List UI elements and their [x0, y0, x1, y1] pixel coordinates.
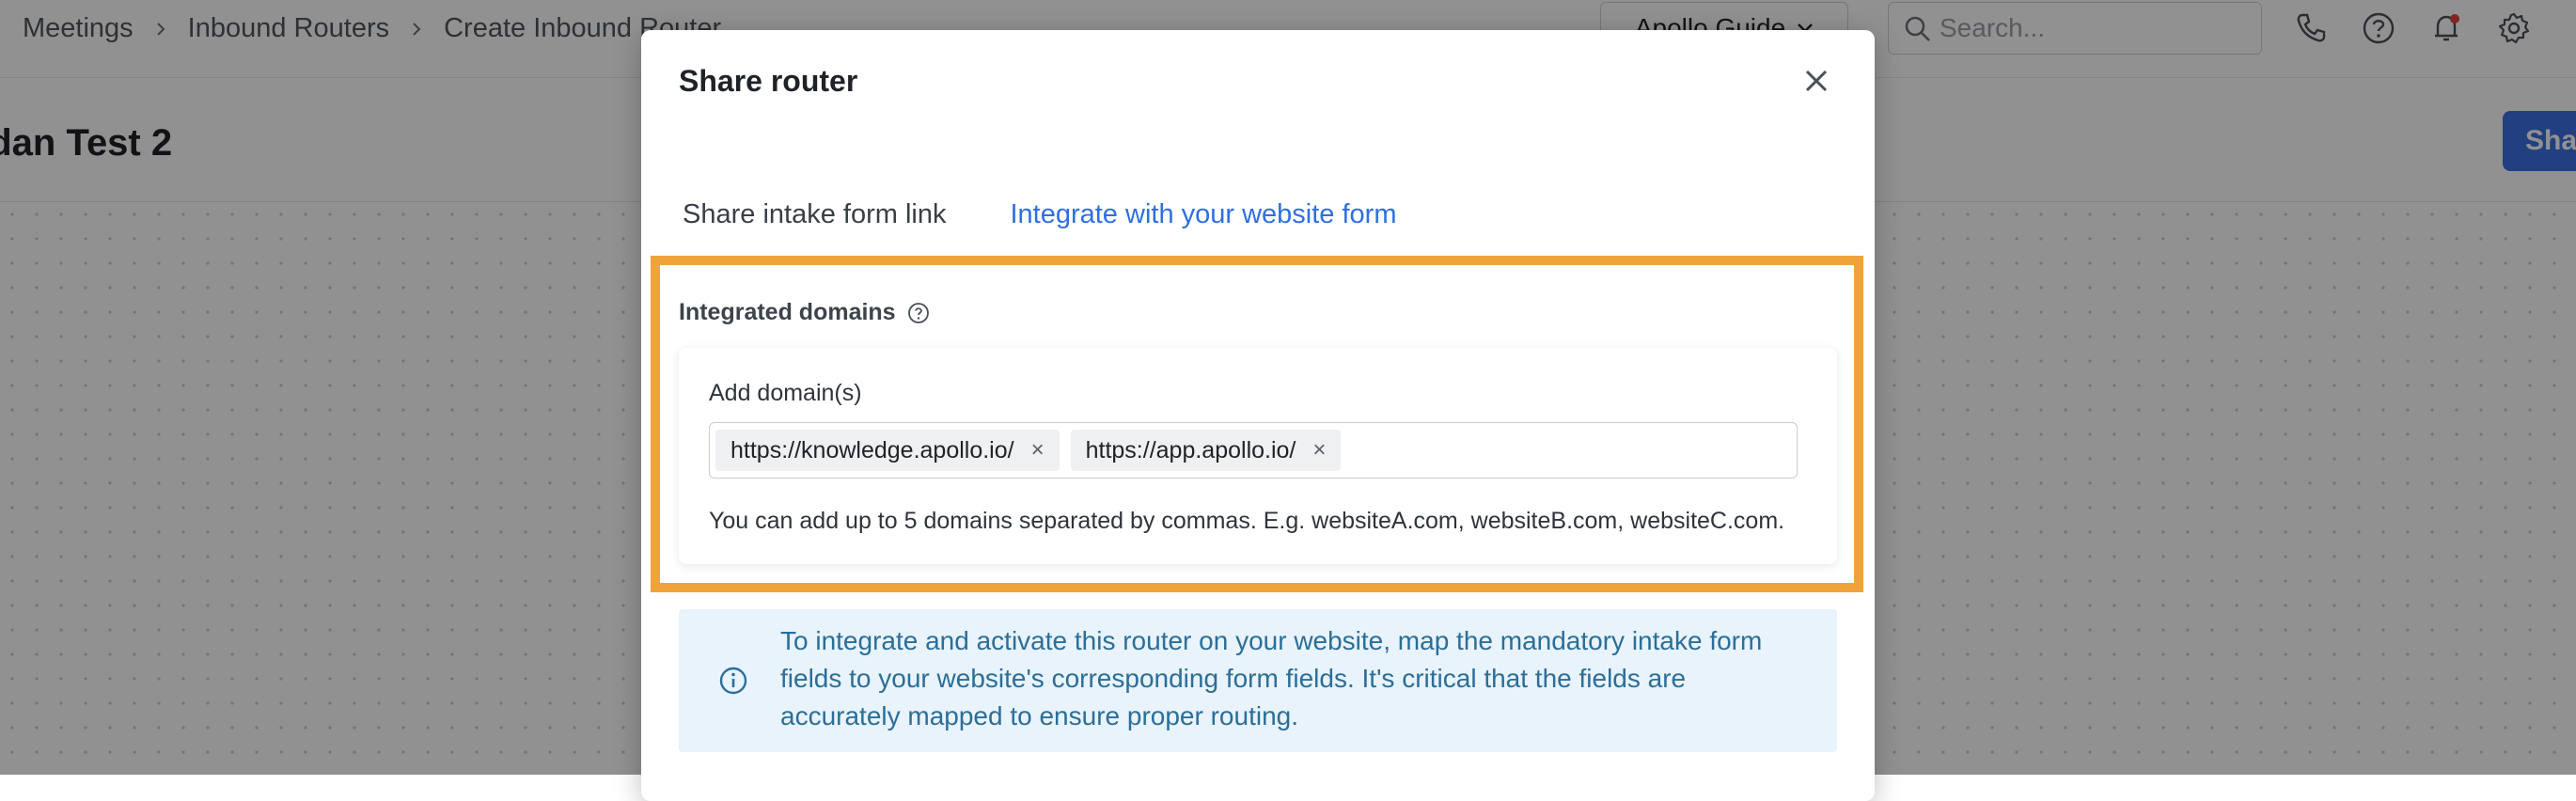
domain-tag: https://app.apollo.io/ × — [1070, 430, 1342, 471]
add-domains-label: Add domain(s) — [709, 380, 862, 406]
remove-tag-icon[interactable]: × — [1312, 437, 1326, 463]
integrated-domains-heading: Integrated domains — [679, 299, 930, 326]
tab-share-intake-form-link[interactable]: Share intake form link — [683, 199, 946, 230]
integrated-domains-label: Integrated domains — [679, 299, 896, 325]
close-icon[interactable] — [1799, 64, 1833, 98]
remove-tag-icon[interactable]: × — [1031, 437, 1045, 463]
integration-info-banner: To integrate and activate this router on… — [679, 609, 1837, 752]
share-tabs: Share intake form link Integrate with yo… — [683, 199, 1396, 230]
domains-tag-input[interactable]: https://knowledge.apollo.io/ × https://a… — [709, 422, 1798, 479]
share-router-modal: Share router Share intake form link Inte… — [641, 30, 1875, 801]
domain-tag-label: https://app.apollo.io/ — [1085, 436, 1296, 463]
tab-integrate-website-form[interactable]: Integrate with your website form — [1010, 199, 1396, 230]
integration-info-text: To integrate and activate this router on… — [780, 626, 1763, 730]
domains-card: Add domain(s) https://knowledge.apollo.i… — [679, 348, 1837, 564]
modal-title: Share router — [679, 64, 858, 98]
domain-tag-label: https://knowledge.apollo.io/ — [730, 436, 1014, 463]
question-circle-icon[interactable] — [907, 302, 930, 324]
domains-hint-text: You can add up to 5 domains separated by… — [709, 508, 1785, 534]
info-circle-icon — [719, 667, 747, 695]
domain-tag: https://knowledge.apollo.io/ × — [715, 430, 1060, 471]
